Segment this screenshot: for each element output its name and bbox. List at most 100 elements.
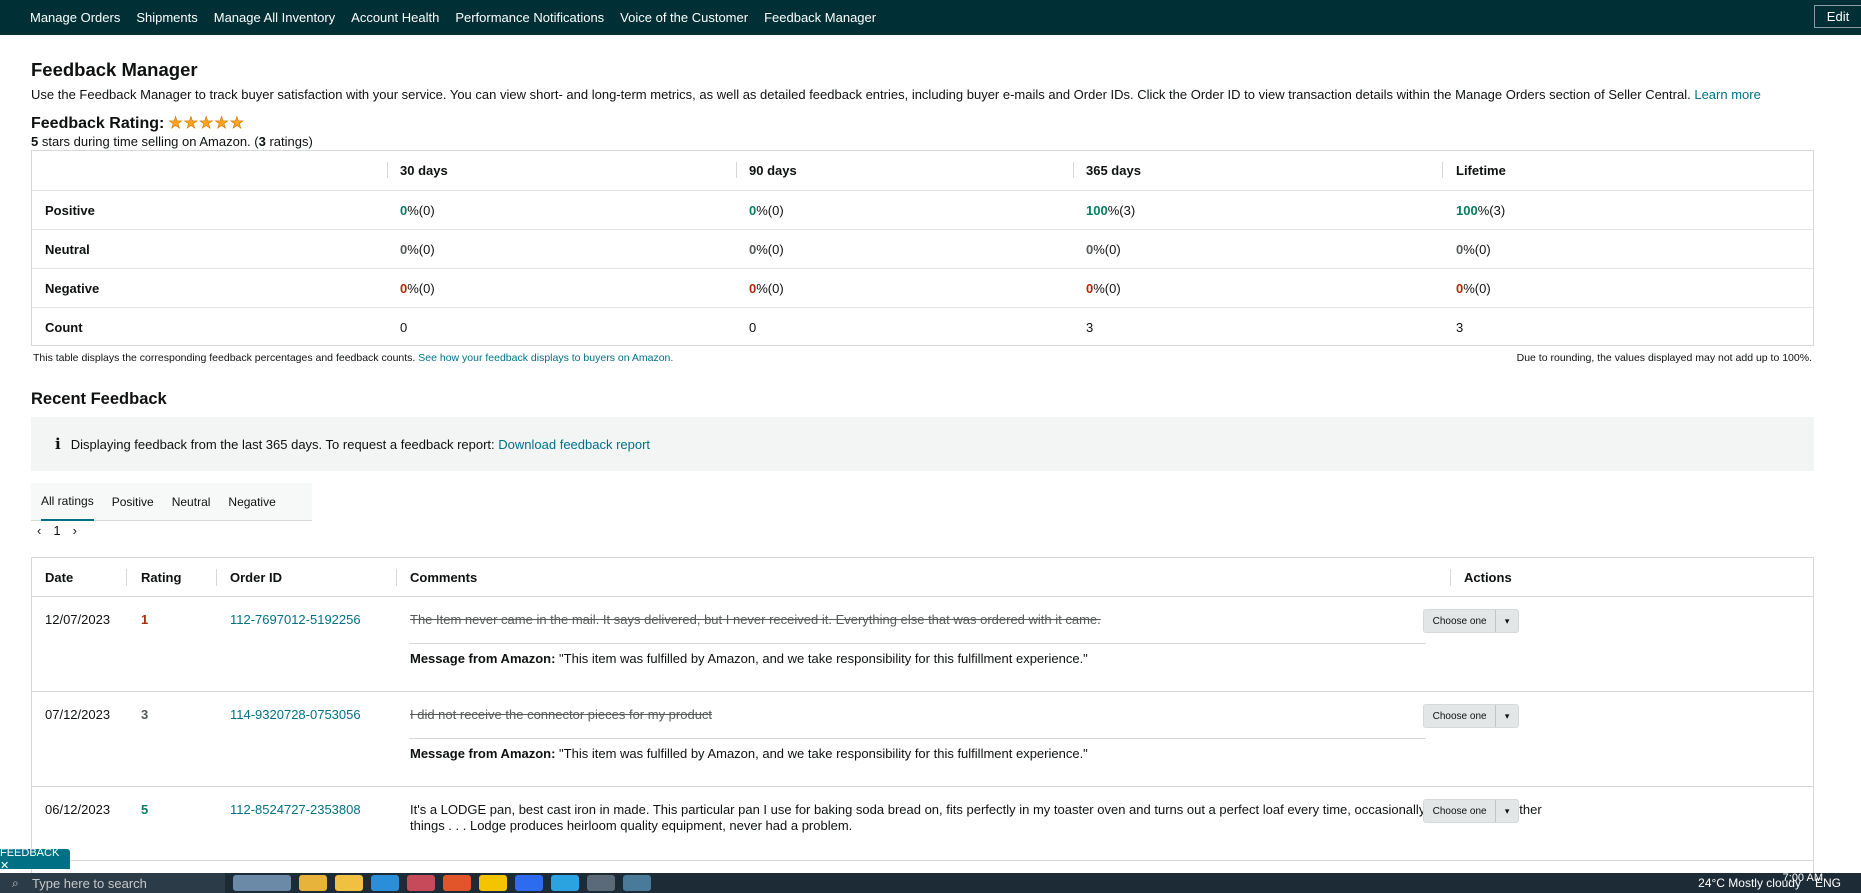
star-icon: ★	[229, 115, 245, 132]
feedback-rating-label: Feedback Rating:	[31, 115, 165, 132]
taskbar-search[interactable]: ⌕ Type here to search	[0, 873, 225, 893]
metric-percent: 0	[1456, 241, 1464, 257]
nav-account-health[interactable]: Account Health	[351, 10, 439, 25]
action-dropdown-label: Choose one	[1432, 615, 1487, 627]
amazon-message-label: Message from Amazon:	[410, 651, 556, 666]
metrics-cell: 0 %(0)	[400, 191, 435, 229]
metrics-row-positive: Positive 0 %(0) 0 %(0) 100 %(3) 100 %(3)	[32, 190, 1813, 229]
column-divider	[216, 569, 217, 586]
tab-positive[interactable]: Positive	[112, 483, 154, 521]
feedback-header-row: Date Rating Order ID Comments Actions	[32, 558, 1813, 597]
taskbar-clock[interactable]: 7:00 AM	[1783, 872, 1823, 884]
metrics-col-365-days: 365 days	[1086, 163, 1141, 178]
col-order-id[interactable]: Order ID	[230, 570, 282, 585]
file-explorer-icon[interactable]	[335, 875, 363, 891]
action-dropdown[interactable]: Choose one ▾	[1423, 704, 1519, 728]
nav-performance-notifications[interactable]: Performance Notifications	[455, 10, 604, 25]
recent-feedback-title: Recent Feedback	[31, 390, 167, 408]
metrics-cell: 0 %(0)	[400, 269, 435, 307]
metric-percent: 0	[749, 280, 757, 296]
edit-nav-button[interactable]: Edit	[1814, 5, 1861, 28]
column-divider	[126, 569, 127, 586]
nav-feedback-manager[interactable]: Feedback Manager	[764, 10, 876, 25]
table-row: 12/07/2023 1 112-7697012-5192256 The Ite…	[32, 597, 1813, 692]
tab-negative[interactable]: Negative	[228, 483, 275, 521]
app-icon[interactable]	[479, 875, 507, 891]
rating-summary-end: ratings)	[265, 134, 313, 149]
amazon-message-label: Message from Amazon:	[410, 746, 556, 761]
star-icon: ★	[199, 115, 214, 132]
feedback-rating: Feedback Rating: ★ ★ ★ ★ ★	[31, 115, 245, 133]
info-icon: i	[55, 435, 61, 453]
metric-count: %(3)	[1477, 202, 1506, 218]
metric-count: %(0)	[1463, 241, 1491, 257]
metrics-col-90-days: 90 days	[749, 163, 797, 178]
feedback-rating: 5	[141, 802, 149, 817]
metric-count: %(0)	[1093, 241, 1121, 257]
metric-count: %(0)	[1463, 280, 1491, 296]
chevron-down-icon: ▾	[1495, 610, 1518, 632]
tab-neutral[interactable]: Neutral	[172, 483, 211, 521]
feedback-rating: 1	[141, 612, 149, 627]
col-comments: Comments	[410, 570, 478, 585]
nav-shipments[interactable]: Shipments	[136, 10, 197, 25]
nav-voice-of-the-customer[interactable]: Voice of the Customer	[620, 10, 748, 25]
order-id-link[interactable]: 112-8524727-2353808	[230, 802, 361, 817]
zoom-icon[interactable]	[515, 875, 543, 891]
metrics-cell: 0 %(0)	[749, 230, 784, 268]
order-id-link[interactable]: 114-9320728-0753056	[230, 707, 361, 722]
metrics-cell: 0 %(0)	[749, 191, 784, 229]
page-title: Feedback Manager	[31, 59, 198, 80]
calculator-icon[interactable]	[623, 875, 651, 891]
see-feedback-display-link[interactable]: See how your feedback displays to buyers…	[418, 352, 673, 364]
rating-summary-count: 3	[258, 134, 266, 149]
action-dropdown[interactable]: Choose one ▾	[1423, 609, 1519, 633]
prev-page-icon[interactable]: ‹	[37, 523, 41, 538]
rating-summary: 5 stars during time selling on Amazon. (…	[31, 134, 313, 149]
metrics-header-row: 30 days 90 days 365 days Lifetime	[32, 151, 1813, 190]
metrics-row-neutral: Neutral 0 %(0) 0 %(0) 0 %(0) 0 %(0)	[32, 229, 1813, 268]
tab-all-ratings[interactable]: All ratings	[41, 483, 94, 521]
metrics-cell: 0	[400, 319, 408, 335]
top-navigation: Manage Orders Shipments Manage All Inven…	[0, 0, 1861, 35]
metrics-row-count: Count 0 0 3 3	[32, 307, 1813, 346]
info-text: Displaying feedback from the last 365 da…	[70, 436, 495, 452]
nav-manage-all-inventory[interactable]: Manage All Inventory	[214, 10, 335, 25]
amazon-message-text: "This item was fulfilled by Amazon, and …	[555, 651, 1088, 666]
chrome-icon[interactable]	[299, 875, 327, 891]
metric-count: %(0)	[407, 280, 435, 296]
metrics-col-30-days: 30 days	[400, 163, 448, 178]
download-feedback-report-link[interactable]: Download feedback report	[498, 437, 650, 452]
edge-icon[interactable]	[371, 875, 399, 891]
pagination: ‹ 1 ›	[37, 523, 77, 538]
widget-icon[interactable]	[233, 875, 291, 891]
metrics-row-negative: Negative 0 %(0) 0 %(0) 0 %(0) 0 %(0)	[32, 268, 1813, 307]
chevron-down-icon: ▾	[1495, 800, 1518, 822]
metrics-cell: 0	[749, 319, 757, 335]
chrome-icon[interactable]	[587, 875, 615, 891]
chevron-down-icon: ▾	[1495, 705, 1518, 727]
metric-count: %(0)	[756, 202, 784, 218]
next-page-icon[interactable]: ›	[73, 523, 77, 538]
col-rating[interactable]: Rating	[141, 570, 181, 585]
col-date[interactable]: Date	[45, 570, 73, 585]
column-divider	[736, 162, 737, 178]
feedback-widget-tab[interactable]: FEEDBACK ✕	[0, 847, 70, 872]
page-number[interactable]: 1	[53, 523, 60, 538]
metric-percent: 0	[1086, 241, 1094, 257]
learn-more-link[interactable]: Learn more	[1694, 87, 1760, 102]
action-dropdown-label: Choose one	[1432, 805, 1487, 817]
star-icon: ★	[214, 115, 229, 132]
app-icon[interactable]	[407, 875, 435, 891]
action-dropdown[interactable]: Choose one ▾	[1423, 799, 1519, 823]
order-id-link[interactable]: 112-7697012-5192256	[230, 612, 361, 627]
info-alert: i Displaying feedback from the last 365 …	[31, 417, 1814, 471]
telegram-icon[interactable]	[551, 875, 579, 891]
metrics-cell: 0 %(0)	[749, 269, 784, 307]
metrics-cell: 0 %(0)	[400, 230, 435, 268]
col-actions: Actions	[1464, 570, 1512, 585]
brave-icon[interactable]	[443, 875, 471, 891]
nav-manage-orders[interactable]: Manage Orders	[30, 10, 120, 25]
column-divider	[396, 569, 397, 586]
rating-filter-tabs: All ratings Positive Neutral Negative	[31, 483, 312, 521]
